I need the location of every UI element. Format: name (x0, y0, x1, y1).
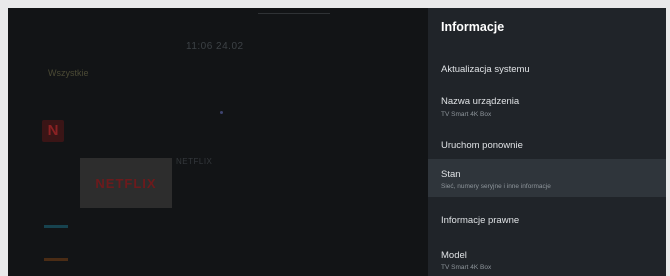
menu-item-label: Informacje prawne (441, 215, 520, 226)
menu-item-model[interactable]: Model TV Smart 4K Box (428, 237, 666, 276)
indicator-dot (220, 111, 223, 114)
menu-item-label: Nazwa urządzenia (441, 96, 520, 107)
menu-item-legal-info[interactable]: Informacje prawne (428, 197, 666, 237)
menu-item-label: Aktualizacja systemu (441, 64, 530, 75)
top-divider (258, 13, 330, 14)
tv-screen: 11:06 24.02 Wszystkie N NETFLIX NETFLIX … (8, 8, 666, 276)
tab-all[interactable]: Wszystkie (48, 68, 89, 78)
netflix-card-title: NETFLIX (176, 157, 213, 166)
menu-item-sublabel: TV Smart 4K Box (441, 264, 492, 271)
home-screen-background: 11:06 24.02 Wszystkie N NETFLIX NETFLIX (8, 8, 428, 276)
netflix-card[interactable]: NETFLIX (80, 158, 172, 208)
menu-item-label: Model (441, 250, 467, 261)
menu-item-system-update[interactable]: Aktualizacja systemu (428, 52, 666, 90)
menu-item-device-name[interactable]: Nazwa urządzenia TV Smart 4K Box (428, 90, 666, 130)
menu-item-sublabel: Sieć, numery seryjne i inne informacje (441, 183, 551, 190)
clock: 11:06 24.02 (186, 41, 244, 52)
menu-item-label: Uruchom ponownie (441, 140, 523, 151)
app-row-accent-blue (44, 225, 68, 228)
panel-title: Informacje (441, 20, 505, 34)
app-row-accent-orange (44, 258, 68, 261)
settings-panel: Informacje Aktualizacja systemu Nazwa ur… (428, 8, 666, 276)
menu-item-sublabel: TV Smart 4K Box (441, 111, 492, 118)
menu-item-label: Stan (441, 169, 461, 180)
menu-item-restart[interactable]: Uruchom ponownie (428, 130, 666, 158)
netflix-app-icon[interactable]: N (42, 120, 64, 142)
menu-item-status[interactable]: Stan Sieć, numery seryjne i inne informa… (428, 159, 666, 197)
